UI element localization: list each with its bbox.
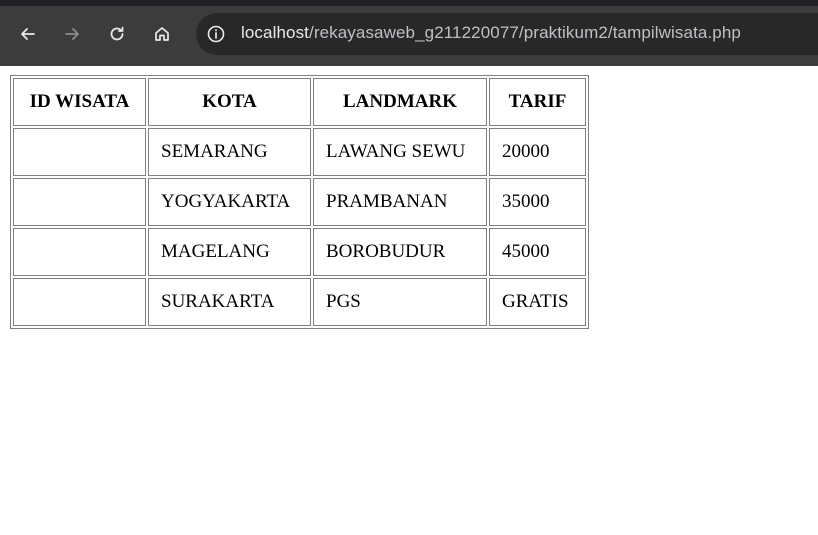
header-landmark: LANDMARK	[313, 78, 487, 126]
cell-landmark: LAWANG SEWU	[313, 128, 487, 176]
cell-kota: MAGELANG	[148, 228, 311, 276]
table-row: YOGYAKARTA PRAMBANAN 35000	[13, 178, 586, 226]
info-icon	[207, 25, 225, 43]
arrow-right-icon	[65, 28, 79, 40]
header-tarif: TARIF	[489, 78, 586, 126]
cell-kota: YOGYAKARTA	[148, 178, 311, 226]
site-info-button[interactable]	[204, 22, 228, 46]
url-path: /rekayasaweb_g211220077/praktikum2/tampi…	[309, 23, 741, 42]
cell-landmark: PRAMBANAN	[313, 178, 487, 226]
cell-id-wisata	[13, 128, 146, 176]
header-id-wisata: ID WISATA	[13, 78, 146, 126]
table-row: SEMARANG LAWANG SEWU 20000	[13, 128, 586, 176]
address-bar[interactable]: localhost/rekayasaweb_g211220077/praktik…	[196, 13, 818, 55]
cell-landmark: BOROBUDUR	[313, 228, 487, 276]
reload-icon	[110, 26, 124, 41]
cell-kota: SURAKARTA	[148, 278, 311, 326]
url-host: localhost	[241, 23, 309, 42]
back-button[interactable]	[14, 20, 42, 48]
url-text[interactable]: localhost/rekayasaweb_g211220077/praktik…	[241, 23, 741, 43]
tab-strip	[0, 0, 818, 6]
home-button[interactable]	[148, 20, 176, 48]
table-row: MAGELANG BOROBUDUR 45000	[13, 228, 586, 276]
wisata-table: ID WISATA KOTA LANDMARK TARIF SEMARANG L…	[10, 75, 589, 329]
cell-tarif: 20000	[489, 128, 586, 176]
cell-id-wisata	[13, 228, 146, 276]
cell-tarif: 45000	[489, 228, 586, 276]
table-row: SURAKARTA PGS GRATIS	[13, 278, 586, 326]
cell-id-wisata	[13, 178, 146, 226]
browser-toolbar: localhost/rekayasaweb_g211220077/praktik…	[0, 0, 818, 66]
cell-id-wisata	[13, 278, 146, 326]
cell-landmark: PGS	[313, 278, 487, 326]
cell-kota: SEMARANG	[148, 128, 311, 176]
home-icon	[155, 27, 169, 41]
table-header-row: ID WISATA KOTA LANDMARK TARIF	[13, 78, 586, 126]
cell-tarif: 35000	[489, 178, 586, 226]
cell-tarif: GRATIS	[489, 278, 586, 326]
header-kota: KOTA	[148, 78, 311, 126]
page-content: ID WISATA KOTA LANDMARK TARIF SEMARANG L…	[0, 66, 818, 535]
reload-button[interactable]	[103, 20, 131, 48]
arrow-left-icon	[21, 28, 35, 40]
forward-button[interactable]	[58, 20, 86, 48]
